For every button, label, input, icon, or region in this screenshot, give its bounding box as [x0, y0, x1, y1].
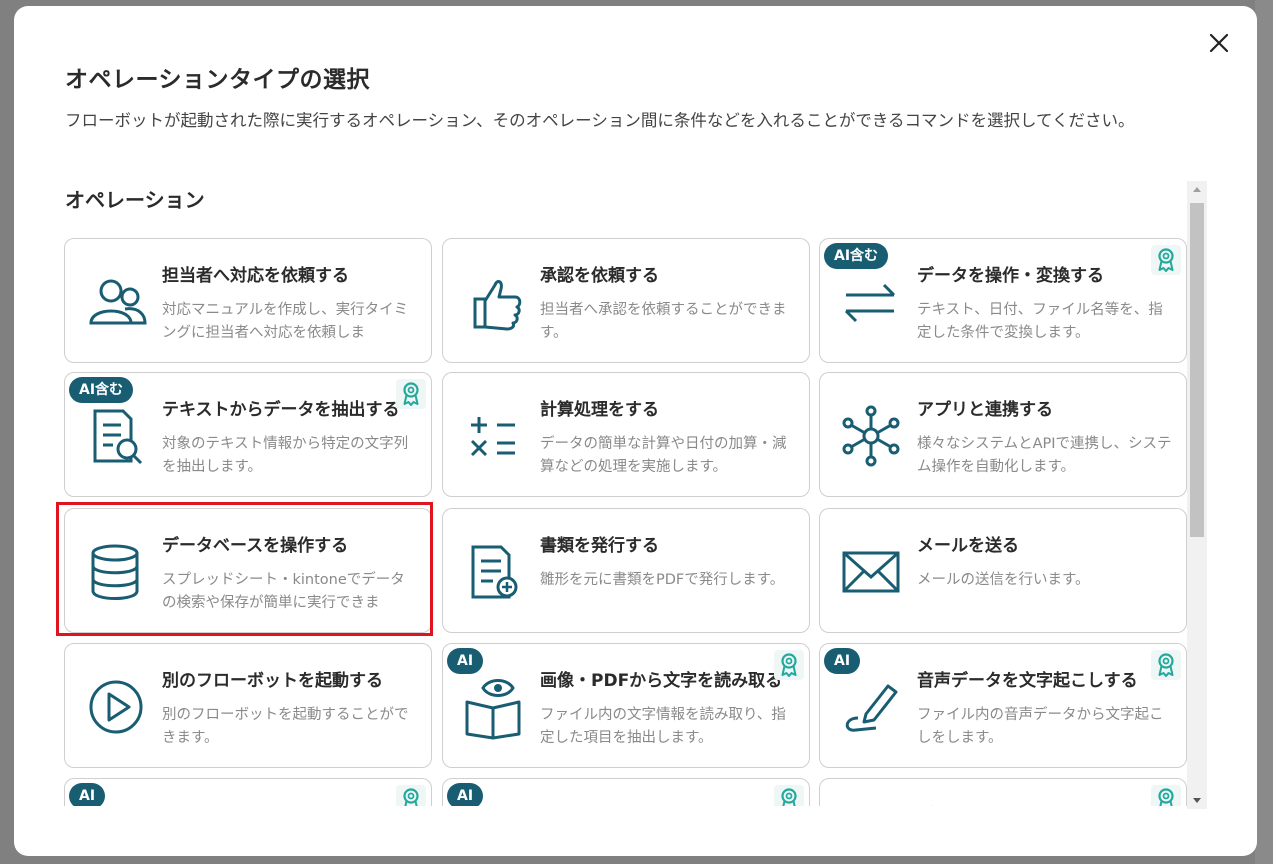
operation-grid: 担当者へ対応を依頼する対応マニュアルを作成し、実行タイミングに担当者へ対応を依頼…	[64, 230, 1188, 806]
operation-card-description: 担当者へ承認を依頼することができます。	[540, 302, 787, 341]
operation-card-title: 画像・PDFから文字を読み取る	[540, 671, 783, 691]
background-page-edge	[1255, 0, 1273, 864]
ai-badge: AI	[447, 783, 484, 806]
operation-card-description: データの簡単な計算や日付の加算・減算などの処理を実施します。	[540, 436, 787, 475]
award-ribbon-icon	[1151, 785, 1181, 806]
operation-card-title: メールを送る	[917, 536, 1019, 556]
document-add-icon	[459, 539, 529, 605]
operation-card-description: ファイル内の文字情報を読み取り、指定した項目を抽出します。	[540, 707, 786, 746]
operation-card[interactable]: テキストからデータを抽出する対象のテキスト情報から特定の文字列を抽出します。 AI…	[64, 372, 432, 497]
operation-card[interactable]: データベースを操作するスプレッドシート・kintoneでデータの検索や保存が簡単…	[64, 508, 432, 633]
operation-card[interactable]: 別のフローボットを起動する別のフローボットを起動することができます。	[64, 643, 432, 768]
operation-card[interactable]: アプリと連携する様々なシステムとAPIで連携し、システム操作を自動化します。	[819, 372, 1187, 497]
operation-card-description: テキスト、日付、ファイル名等を、指定した条件で変換します。	[917, 302, 1163, 341]
arrow-up-icon	[1193, 187, 1201, 192]
operation-card-title: データを操作・変換する	[917, 266, 1104, 286]
operation-card-title: 計算処理をする	[540, 400, 659, 420]
ai-badge: AI	[447, 648, 484, 674]
operation-card[interactable]: 担当者へ対応を依頼する対応マニュアルを作成し、実行タイミングに担当者へ対応を依頼…	[64, 238, 432, 363]
operation-card-title: 音声データを文字起こしする	[917, 671, 1138, 691]
operation-card-title: テキストからデータを抽出する	[162, 400, 400, 420]
award-ribbon-icon	[396, 785, 426, 806]
thumbs-up-icon	[459, 269, 529, 335]
operation-card[interactable]: ブラウザを操作する	[819, 778, 1187, 806]
operation-card[interactable]: 画像・PDFから文字を読み取るファイル内の文字情報を読み取り、指定した項目を抽出…	[442, 643, 810, 768]
book-eye-icon	[459, 674, 529, 740]
ai-badge: AI	[69, 783, 106, 806]
operation-card-description: 別のフローボットを起動することができます。	[162, 707, 409, 746]
network-icon	[836, 403, 906, 469]
pen-icon	[836, 674, 906, 740]
operation-card[interactable]: 翻訳する AI	[442, 778, 810, 806]
operation-card-description: 対応マニュアルを作成し、実行タイミングに担当者へ対応を依頼しま	[162, 302, 409, 341]
operation-card[interactable]: メールを送るメールの送信を行います。	[819, 508, 1187, 633]
operation-card-title: 要約する	[162, 801, 427, 806]
award-ribbon-icon	[774, 650, 804, 680]
operation-card-description: 雛形を元に書類をPDFで発行します。	[540, 572, 785, 588]
operation-card-description: スプレッドシート・kintoneでデータの検索や保存が簡単に実行できま	[162, 572, 405, 611]
close-button[interactable]	[1206, 30, 1232, 56]
ai-badge: AI含む	[69, 377, 134, 403]
scroll-up-button[interactable]	[1187, 181, 1207, 199]
database-icon	[81, 539, 151, 605]
operation-card-description: ファイル内の音声データから文字起こしをします。	[917, 707, 1164, 746]
envelope-icon	[836, 539, 906, 605]
calculator-icon	[459, 403, 529, 469]
operation-card[interactable]: 書類を発行する雛形を元に書類をPDFで発行します。	[442, 508, 810, 633]
ai-badge: AI	[824, 648, 861, 674]
award-ribbon-icon	[774, 785, 804, 806]
operation-card[interactable]: 音声データを文字起こしするファイル内の音声データから文字起こしをします。 AI	[819, 643, 1187, 768]
award-ribbon-icon	[396, 379, 426, 409]
operation-type-modal: オペレーションタイプの選択 フローボットが起動された際に実行するオペレーション、…	[14, 6, 1257, 856]
modal-title: オペレーションタイプの選択	[65, 67, 371, 93]
operation-card-title: 書類を発行する	[540, 536, 659, 556]
operation-card-description: 対象のテキスト情報から特定の文字列を抽出します。	[162, 436, 409, 475]
operation-card-title: 翻訳する	[540, 801, 805, 806]
document-search-icon	[81, 403, 151, 469]
ai-badge: AI含む	[824, 243, 889, 269]
scroll-down-button[interactable]	[1187, 791, 1207, 809]
close-icon	[1209, 33, 1229, 53]
operation-card-title: ブラウザを操作する	[917, 801, 1182, 806]
section-title: オペレーション	[65, 188, 205, 212]
scroll-thumb[interactable]	[1190, 203, 1204, 537]
users-icon	[81, 269, 151, 335]
operation-card-title: 承認を依頼する	[540, 266, 659, 286]
arrow-down-icon	[1193, 798, 1201, 803]
swap-arrows-icon	[836, 269, 906, 335]
operation-card-description: メールの送信を行います。	[917, 572, 1090, 588]
operation-card-description: 様々なシステムとAPIで連携し、システム操作を自動化します。	[917, 436, 1172, 475]
play-circle-icon	[81, 674, 151, 740]
operation-card[interactable]: データを操作・変換するテキスト、日付、ファイル名等を、指定した条件で変換します。…	[819, 238, 1187, 363]
operation-card[interactable]: 承認を依頼する担当者へ承認を依頼することができます。	[442, 238, 810, 363]
operation-card-title: 担当者へ対応を依頼する	[162, 266, 349, 286]
modal-description: フローボットが起動された際に実行するオペレーション、そのオペレーション間に条件な…	[65, 111, 1135, 130]
operation-card-title: データベースを操作する	[162, 536, 349, 556]
operation-card[interactable]: 要約する AI	[64, 778, 432, 806]
award-ribbon-icon	[1151, 650, 1181, 680]
operation-card[interactable]: 計算処理をするデータの簡単な計算や日付の加算・減算などの処理を実施します。	[442, 372, 810, 497]
operation-card-title: アプリと連携する	[917, 400, 1053, 420]
award-ribbon-icon	[1151, 245, 1181, 275]
scrollbar[interactable]	[1187, 181, 1207, 809]
operation-card-title: 別のフローボットを起動する	[162, 671, 383, 691]
